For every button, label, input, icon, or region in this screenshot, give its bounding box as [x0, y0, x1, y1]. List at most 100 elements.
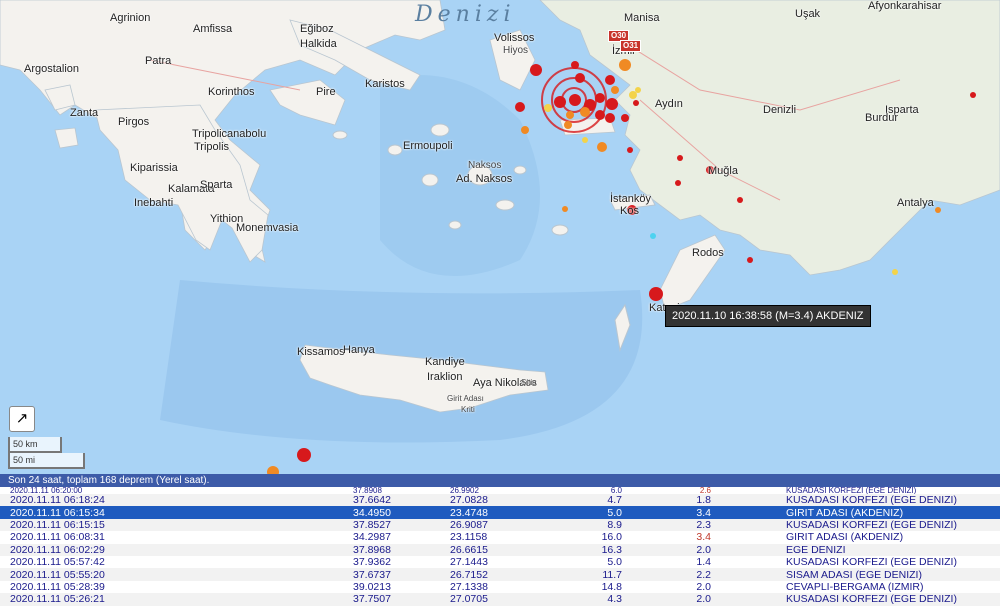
- cell-latitude: 37.8908: [353, 487, 382, 494]
- cell-depth: 8.9: [570, 518, 631, 532]
- cell-time: 2020.11.11 06:08:31: [10, 531, 105, 544]
- cell-longitude: 27.0828: [450, 494, 570, 507]
- place-label: Uşak: [795, 8, 821, 20]
- quake-list-panel: Son 24 saat, toplam 168 deprem (Yerel sa…: [0, 474, 1000, 607]
- island-label: Girit Adası: [447, 394, 484, 403]
- quake-list-summary: Son 24 saat, toplam 168 deprem (Yerel sa…: [0, 474, 1000, 487]
- cell-depth: 11.7: [570, 568, 631, 581]
- cell-location: KUSADASI KORFEZI (EGE DENIZI): [786, 487, 917, 494]
- cell-depth: 14.8: [601, 580, 622, 593]
- cell-time: 2020.11.11 06:18:24: [0, 494, 353, 507]
- place-label: Halkida: [300, 38, 337, 50]
- place-label: Volissos: [494, 32, 535, 44]
- place-label: Tripolis: [194, 141, 230, 153]
- table-row[interactable]: 2020.11.11 06:15:34 34.4950 23.4748 5.0 3.4 G…: [0, 506, 1000, 519]
- place-label: Afyonkarahisar: [868, 0, 942, 12]
- cell-magnitude: 1.4: [696, 556, 711, 569]
- place-label: Sparta: [200, 179, 233, 191]
- cell-latitude: 37.7507: [353, 593, 450, 606]
- place-label: Patra: [145, 55, 172, 67]
- expand-arrow-icon[interactable]: ↗: [9, 406, 35, 432]
- place-label: Sitia: [521, 378, 537, 387]
- cell-latitude: 34.2987: [353, 531, 391, 544]
- cell-longitude: 27.1338: [450, 580, 488, 593]
- cell-latitude: 37.6642: [353, 494, 450, 507]
- table-row[interactable]: 2020.11.11 05:55:20 37.6737 26.7152 11.7 2.2…: [0, 568, 1000, 581]
- cell-location: KUSADASI KORFEZI (EGE DENIZI): [786, 556, 957, 569]
- table-row[interactable]: 2020.11.11 06:18:24 37.6642 27.0828 4.7 1.8 K…: [0, 494, 1000, 507]
- cell-time: 2020.11.11 06:15:15: [0, 518, 353, 532]
- cell-longitude: 27.0705: [450, 593, 570, 606]
- cell-magnitude: 3.4: [631, 506, 786, 519]
- cell-longitude: 27.1443: [450, 556, 488, 569]
- table-row[interactable]: 2020.11.11 05:26:21 37.7507 27.0705 4.3 2.0 K…: [0, 593, 1000, 606]
- place-label: Kos: [620, 205, 639, 217]
- cell-time: 2020.11.11 06:15:34: [0, 506, 353, 519]
- place-label: Pirgos: [118, 116, 150, 128]
- place-label: Ad. Naksos: [456, 173, 513, 185]
- place-label: Iraklion: [427, 371, 463, 383]
- place-label: Manisa: [624, 12, 660, 24]
- cell-latitude: 37.8968: [353, 543, 450, 556]
- cell-magnitude: 2.3: [631, 518, 786, 532]
- cell-magnitude: 2.6: [699, 487, 711, 494]
- cell-magnitude: 2.0: [631, 593, 786, 606]
- cell-depth: 5.0: [570, 506, 631, 519]
- table-row[interactable]: 2020.11.11 05:57:42 37.9362 27.1443 5.0 1.4 K…: [0, 556, 1000, 568]
- cell-location: CEVAPLI-BERGAMA (IZMIR): [786, 580, 924, 593]
- cell-time: 2020.11.11 06:20:00: [10, 487, 83, 494]
- cell-location: SISAM ADASI (EGE DENIZI): [786, 568, 1000, 581]
- place-label: Agrinion: [110, 12, 151, 24]
- cell-latitude: 34.4950: [353, 506, 450, 519]
- table-row[interactable]: 2020.11.11 06:02:29 37.8968 26.6615 16.3 2.0…: [0, 543, 1000, 556]
- road-shield: O31: [620, 40, 642, 52]
- cell-latitude: 39.0213: [353, 580, 391, 593]
- cell-depth: 4.3: [570, 593, 631, 606]
- cell-depth: 6.0: [610, 487, 622, 494]
- cell-magnitude: 3.4: [696, 531, 711, 544]
- cell-longitude: 26.6615: [450, 543, 570, 556]
- cell-location: EGE DENIZI: [786, 543, 1000, 556]
- scale-bar-mi: 50 mi: [8, 453, 85, 469]
- table-row[interactable]: 2020.11.11 06:20:00 37.8908 26.9902 6.0 2.6 K…: [0, 487, 1000, 494]
- table-row[interactable]: 2020.11.11 05:28:39 39.0213 27.1338 14.8 2.0…: [0, 581, 1000, 593]
- place-label: Hanya: [343, 344, 375, 356]
- table-row[interactable]: 2020.11.11 06:15:15 37.8527 26.9087 8.9 2.3 K…: [0, 518, 1000, 532]
- cell-magnitude: 2.2: [631, 568, 786, 581]
- cell-location: KUSADASI KORFEZI (EGE DENIZI): [786, 593, 1000, 606]
- place-label: Antalya: [897, 197, 934, 209]
- place-label: Pire: [316, 86, 336, 98]
- place-label: Zanta: [70, 107, 99, 119]
- place-label: Kiparissia: [130, 162, 178, 174]
- place-label: Burdur: [865, 112, 899, 124]
- place-label: Muğla: [708, 165, 738, 177]
- island-label: Kriti: [461, 405, 475, 414]
- cell-magnitude: 1.8: [631, 494, 786, 507]
- place-label: Tripolicanabolu: [192, 128, 267, 140]
- cell-longitude: 23.1158: [450, 531, 488, 544]
- cell-time: 2020.11.11 05:57:42: [10, 556, 105, 569]
- cell-magnitude: 2.0: [696, 580, 711, 593]
- cell-latitude: 37.8527: [353, 518, 450, 532]
- cell-time: 2020.11.11 05:28:39: [10, 580, 105, 593]
- cell-time: 2020.11.11 06:02:29: [0, 543, 353, 556]
- quake-table: 2020.11.11 06:20:00 37.8908 26.9902 6.0 2.6 K…: [0, 487, 1000, 606]
- sea-label: Denizi: [415, 2, 516, 27]
- island-label: Naksos: [468, 160, 502, 171]
- cell-location: KUSADASI KORFEZI (EGE DENIZI): [786, 518, 1000, 532]
- place-label: Amfissa: [193, 23, 233, 35]
- cell-longitude: 26.7152: [450, 568, 570, 581]
- place-label: Karistos: [365, 78, 405, 90]
- cell-longitude: 26.9902: [450, 487, 479, 494]
- island-label: Hiyos: [503, 45, 529, 56]
- cell-time: 2020.11.11 05:55:20: [0, 568, 353, 581]
- table-row[interactable]: 2020.11.11 06:08:31 34.2987 23.1158 16.0 3.4…: [0, 531, 1000, 543]
- cell-location: GIRIT ADASI (AKDENIZ): [786, 531, 904, 544]
- cell-location: KUSADASI KORFEZI (EGE DENIZI): [786, 494, 1000, 507]
- cell-depth: 5.0: [607, 556, 622, 569]
- map-view[interactable]: Denizi Agrinion Amfissa Eğiboz Halkida A…: [0, 0, 1000, 474]
- place-label: Kissamos: [297, 346, 345, 358]
- cell-depth: 16.3: [570, 543, 631, 556]
- cell-depth: 16.0: [601, 531, 622, 544]
- place-label: Denizli: [763, 104, 797, 116]
